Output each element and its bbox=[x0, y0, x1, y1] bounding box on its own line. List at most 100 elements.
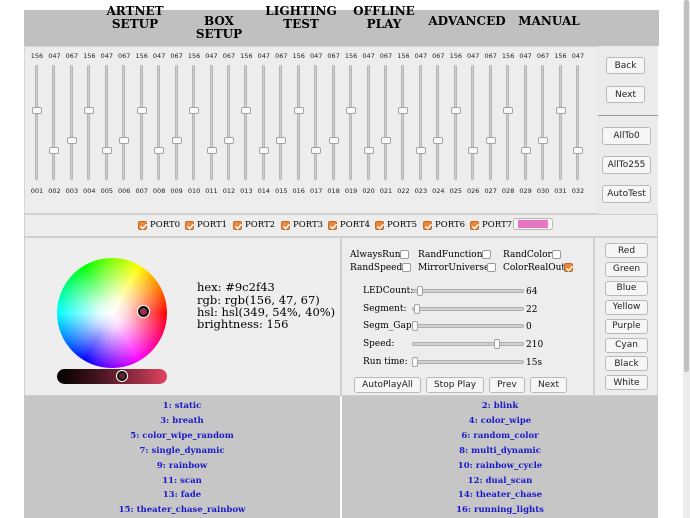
nav-advanced[interactable]: ADVANCED bbox=[427, 15, 507, 28]
slider-thumb[interactable] bbox=[485, 136, 496, 144]
slider-track[interactable] bbox=[575, 65, 579, 180]
slider-track[interactable] bbox=[436, 65, 440, 180]
slider-track[interactable] bbox=[192, 65, 196, 180]
color-preset-button[interactable]: Blue bbox=[605, 280, 648, 296]
param-slider-thumb[interactable] bbox=[417, 286, 424, 296]
effect-link[interactable]: 4: color_wipe bbox=[342, 416, 658, 426]
autoplayall-button[interactable]: AutoPlayAll bbox=[354, 377, 421, 393]
slider-track[interactable] bbox=[157, 65, 161, 180]
color-preset-button[interactable]: Purple bbox=[605, 318, 648, 334]
param-slider-thumb[interactable] bbox=[414, 304, 421, 314]
slider-track[interactable] bbox=[209, 65, 213, 180]
port-checkbox[interactable] bbox=[281, 221, 291, 230]
slider-thumb[interactable] bbox=[258, 147, 269, 155]
slider-track[interactable] bbox=[471, 65, 475, 180]
slider-track[interactable] bbox=[401, 65, 405, 180]
slider-thumb[interactable] bbox=[311, 147, 322, 155]
mirroruniverse-checkbox[interactable] bbox=[487, 263, 496, 272]
param-slider-thumb[interactable] bbox=[412, 357, 418, 367]
port-checkbox[interactable] bbox=[185, 221, 195, 230]
color-preset-button[interactable]: White bbox=[605, 375, 648, 391]
slider-track[interactable] bbox=[453, 65, 457, 180]
slider-track[interactable] bbox=[314, 65, 318, 180]
slider-track[interactable] bbox=[244, 65, 248, 180]
slider-thumb[interactable] bbox=[154, 147, 165, 155]
slider-thumb[interactable] bbox=[468, 147, 479, 155]
prev-effect-button[interactable]: Prev bbox=[489, 377, 525, 393]
slider-track[interactable] bbox=[69, 65, 73, 180]
slider-thumb[interactable] bbox=[572, 147, 583, 155]
effect-link[interactable]: 10: rainbow_cycle bbox=[342, 461, 658, 471]
effect-link[interactable]: 12: dual_scan bbox=[342, 476, 658, 486]
slider-track[interactable] bbox=[418, 65, 422, 180]
slider-track[interactable] bbox=[349, 65, 353, 180]
slider-thumb[interactable] bbox=[189, 106, 200, 114]
next-button[interactable]: Next bbox=[606, 86, 645, 103]
effect-link[interactable]: 11: scan bbox=[24, 476, 340, 486]
slider-thumb[interactable] bbox=[171, 136, 182, 144]
slider-track[interactable] bbox=[331, 65, 335, 180]
nav-manual[interactable]: MANUAL bbox=[516, 15, 582, 28]
slider-thumb[interactable] bbox=[293, 106, 304, 114]
port-checkbox[interactable] bbox=[328, 221, 338, 230]
brightness-slider[interactable] bbox=[57, 369, 167, 384]
port-checkbox[interactable] bbox=[470, 221, 480, 230]
slider-thumb[interactable] bbox=[520, 147, 531, 155]
param-slider-track[interactable] bbox=[412, 289, 524, 293]
slider-track[interactable] bbox=[506, 65, 510, 180]
slider-track[interactable] bbox=[523, 65, 527, 180]
effect-link[interactable]: 7: single_dynamic bbox=[24, 446, 340, 456]
slider-thumb[interactable] bbox=[119, 136, 130, 144]
slider-thumb[interactable] bbox=[101, 147, 112, 155]
slider-thumb[interactable] bbox=[241, 106, 252, 114]
slider-thumb[interactable] bbox=[450, 106, 461, 114]
slider-thumb[interactable] bbox=[276, 136, 287, 144]
slider-thumb[interactable] bbox=[206, 147, 217, 155]
slider-track[interactable] bbox=[541, 65, 545, 180]
effect-link[interactable]: 8: multi_dynamic bbox=[342, 446, 658, 456]
param-slider-track[interactable] bbox=[412, 307, 524, 311]
slider-thumb[interactable] bbox=[398, 106, 409, 114]
slider-thumb[interactable] bbox=[538, 136, 549, 144]
effect-link[interactable]: 5: color_wipe_random bbox=[24, 431, 340, 441]
next-effect-button[interactable]: Next bbox=[530, 377, 567, 393]
nav-box-setup[interactable]: BOX SETUP bbox=[181, 15, 257, 41]
nav-artnet-setup[interactable]: ARTNET SETUP bbox=[104, 5, 166, 31]
param-slider-track[interactable] bbox=[412, 324, 524, 328]
param-slider-track[interactable] bbox=[412, 342, 524, 346]
slider-thumb[interactable] bbox=[433, 136, 444, 144]
slider-track[interactable] bbox=[366, 65, 370, 180]
slider-track[interactable] bbox=[296, 65, 300, 180]
nav-lighting-test[interactable]: LIGHTING TEST bbox=[265, 5, 337, 31]
slider-thumb[interactable] bbox=[136, 106, 147, 114]
slider-thumb[interactable] bbox=[381, 136, 391, 144]
slider-thumb[interactable] bbox=[503, 106, 514, 114]
slider-track[interactable] bbox=[139, 65, 143, 180]
port-checkbox[interactable] bbox=[423, 221, 433, 230]
slider-track[interactable] bbox=[122, 65, 126, 180]
color-preset-button[interactable]: Black bbox=[605, 356, 648, 372]
slider-thumb[interactable] bbox=[555, 106, 566, 114]
effect-link[interactable]: 3: breath bbox=[24, 416, 340, 426]
slider-thumb[interactable] bbox=[84, 106, 95, 114]
stop-play-button[interactable]: Stop Play bbox=[426, 377, 484, 393]
param-slider-track[interactable] bbox=[412, 360, 524, 364]
page-scrollbar-thumb[interactable] bbox=[684, 0, 689, 372]
effect-link[interactable]: 9: rainbow bbox=[24, 461, 340, 471]
port-checkbox[interactable] bbox=[375, 221, 385, 230]
slider-track[interactable] bbox=[104, 65, 108, 180]
param-slider-thumb[interactable] bbox=[412, 321, 418, 331]
slider-track[interactable] bbox=[261, 65, 265, 180]
slider-track[interactable] bbox=[226, 65, 230, 180]
slider-thumb[interactable] bbox=[328, 136, 339, 144]
effect-link[interactable]: 13: fade bbox=[24, 490, 340, 500]
slider-track[interactable] bbox=[558, 65, 562, 180]
effect-link[interactable]: 1: static bbox=[24, 401, 340, 411]
slider-thumb[interactable] bbox=[346, 106, 357, 114]
slider-thumb[interactable] bbox=[223, 136, 234, 144]
effect-link[interactable]: 2: blink bbox=[342, 401, 658, 411]
port-checkbox[interactable] bbox=[138, 221, 148, 230]
alwaysrun-checkbox[interactable] bbox=[400, 250, 409, 259]
color-wheel-handle[interactable] bbox=[138, 306, 149, 317]
slider-track[interactable] bbox=[174, 65, 178, 180]
